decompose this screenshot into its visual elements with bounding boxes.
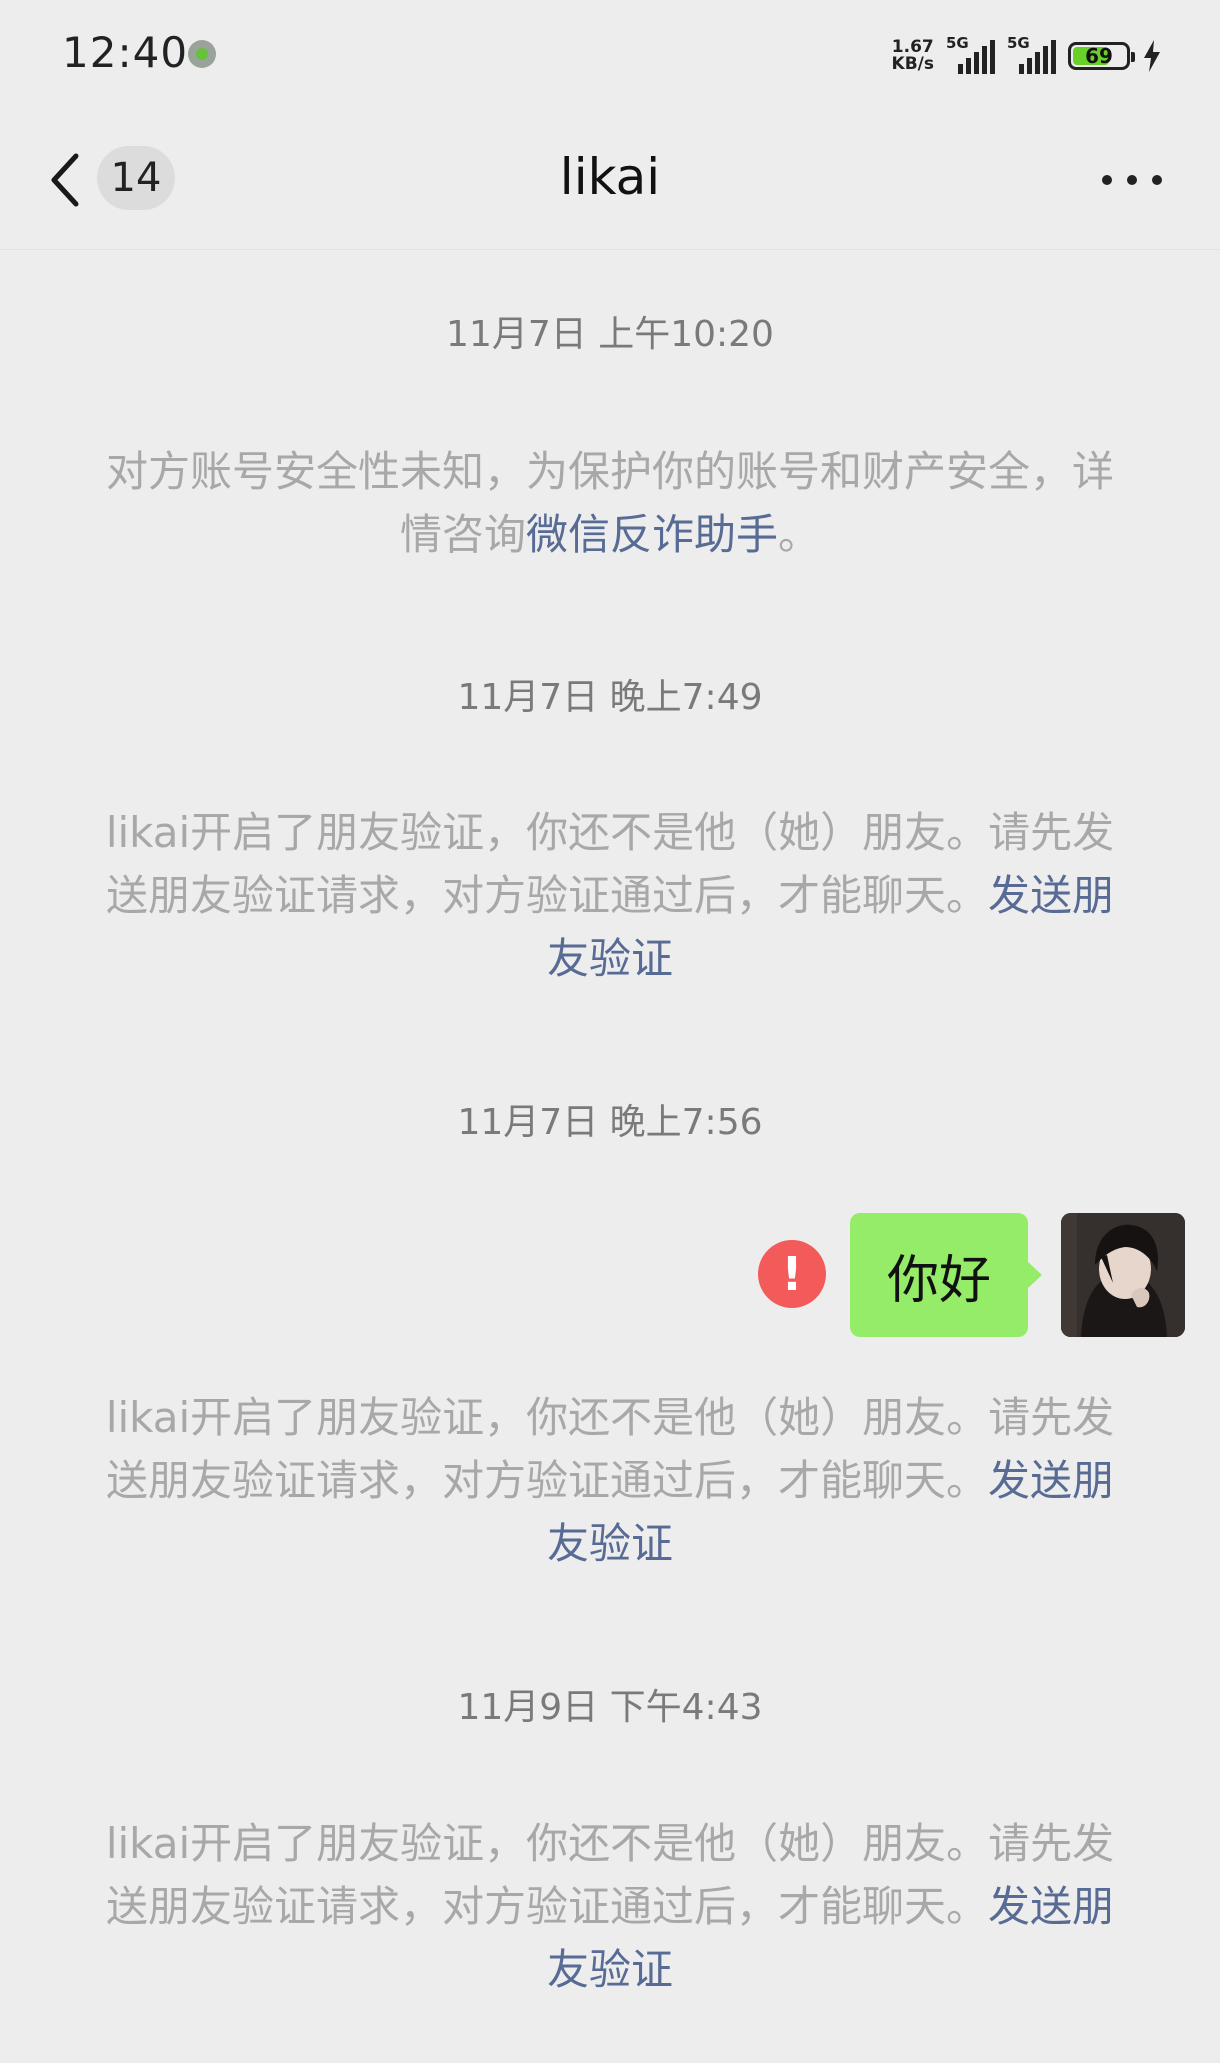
signal-icon: 5G <box>946 34 995 74</box>
anti-fraud-assistant-link[interactable]: 微信反诈助手 <box>526 510 778 559</box>
more-dots-icon[interactable] <box>1102 162 1162 198</box>
battery-level: 69 <box>1085 44 1113 68</box>
chat-title: likai <box>559 148 661 206</box>
timestamp: 11月9日 下午4:43 <box>457 1687 763 1728</box>
avatar-image <box>1061 1213 1185 1337</box>
charging-icon <box>1144 40 1160 72</box>
exclamation-icon[interactable]: ! <box>758 1240 826 1308</box>
verification-notice-text: likai开启了朋友验证，你还不是他（她）朋友。请先发送朋友验证请求，对方验证通… <box>105 1819 1115 1931</box>
friend-verification-notice: likai开启了朋友验证，你还不是他（她）朋友。请先发送朋友验证请求，对方验证通… <box>100 801 1120 990</box>
chat-header: 14 likai <box>0 112 1220 250</box>
avatar[interactable] <box>1061 1213 1185 1337</box>
timestamp: 11月7日 晚上7:49 <box>457 677 763 718</box>
outgoing-message-bubble[interactable]: 你好 <box>850 1213 1042 1337</box>
security-notice: 对方账号安全性未知，为保护你的账号和财产安全，详情咨询微信反诈助手。 <box>100 440 1120 566</box>
signal-icon: 5G <box>1007 34 1056 74</box>
verification-notice-text: likai开启了朋友验证，你还不是他（她）朋友。请先发送朋友验证请求，对方验证通… <box>105 808 1115 920</box>
sim1-tech: 5G <box>946 34 969 52</box>
security-notice-end: 。 <box>778 510 821 559</box>
network-speed-unit: KB/s <box>891 54 934 74</box>
timestamp: 11月7日 上午10:20 <box>446 314 774 355</box>
status-icons: 1.67 KB/s 5G 5G 69 <box>892 34 1162 76</box>
network-speed: 1.67 KB/s <box>892 39 934 73</box>
friend-verification-notice: likai开启了朋友验证，你还不是他（她）朋友。请先发送朋友验证请求，对方验证通… <box>100 1812 1120 2001</box>
status-bar: 12:40 1.67 KB/s 5G 5G 69 <box>0 0 1220 112</box>
sim2-tech: 5G <box>1007 34 1030 52</box>
timestamp: 11月7日 晚上7:56 <box>457 1102 763 1143</box>
verification-notice-text: likai开启了朋友验证，你还不是他（她）朋友。请先发送朋友验证请求，对方验证通… <box>105 1393 1115 1505</box>
battery-icon: 69 <box>1068 42 1135 70</box>
friend-verification-notice: likai开启了朋友验证，你还不是他（她）朋友。请先发送朋友验证请求，对方验证通… <box>100 1386 1120 1575</box>
clock: 12:40 <box>62 28 189 77</box>
notification-app-icon <box>188 40 216 68</box>
